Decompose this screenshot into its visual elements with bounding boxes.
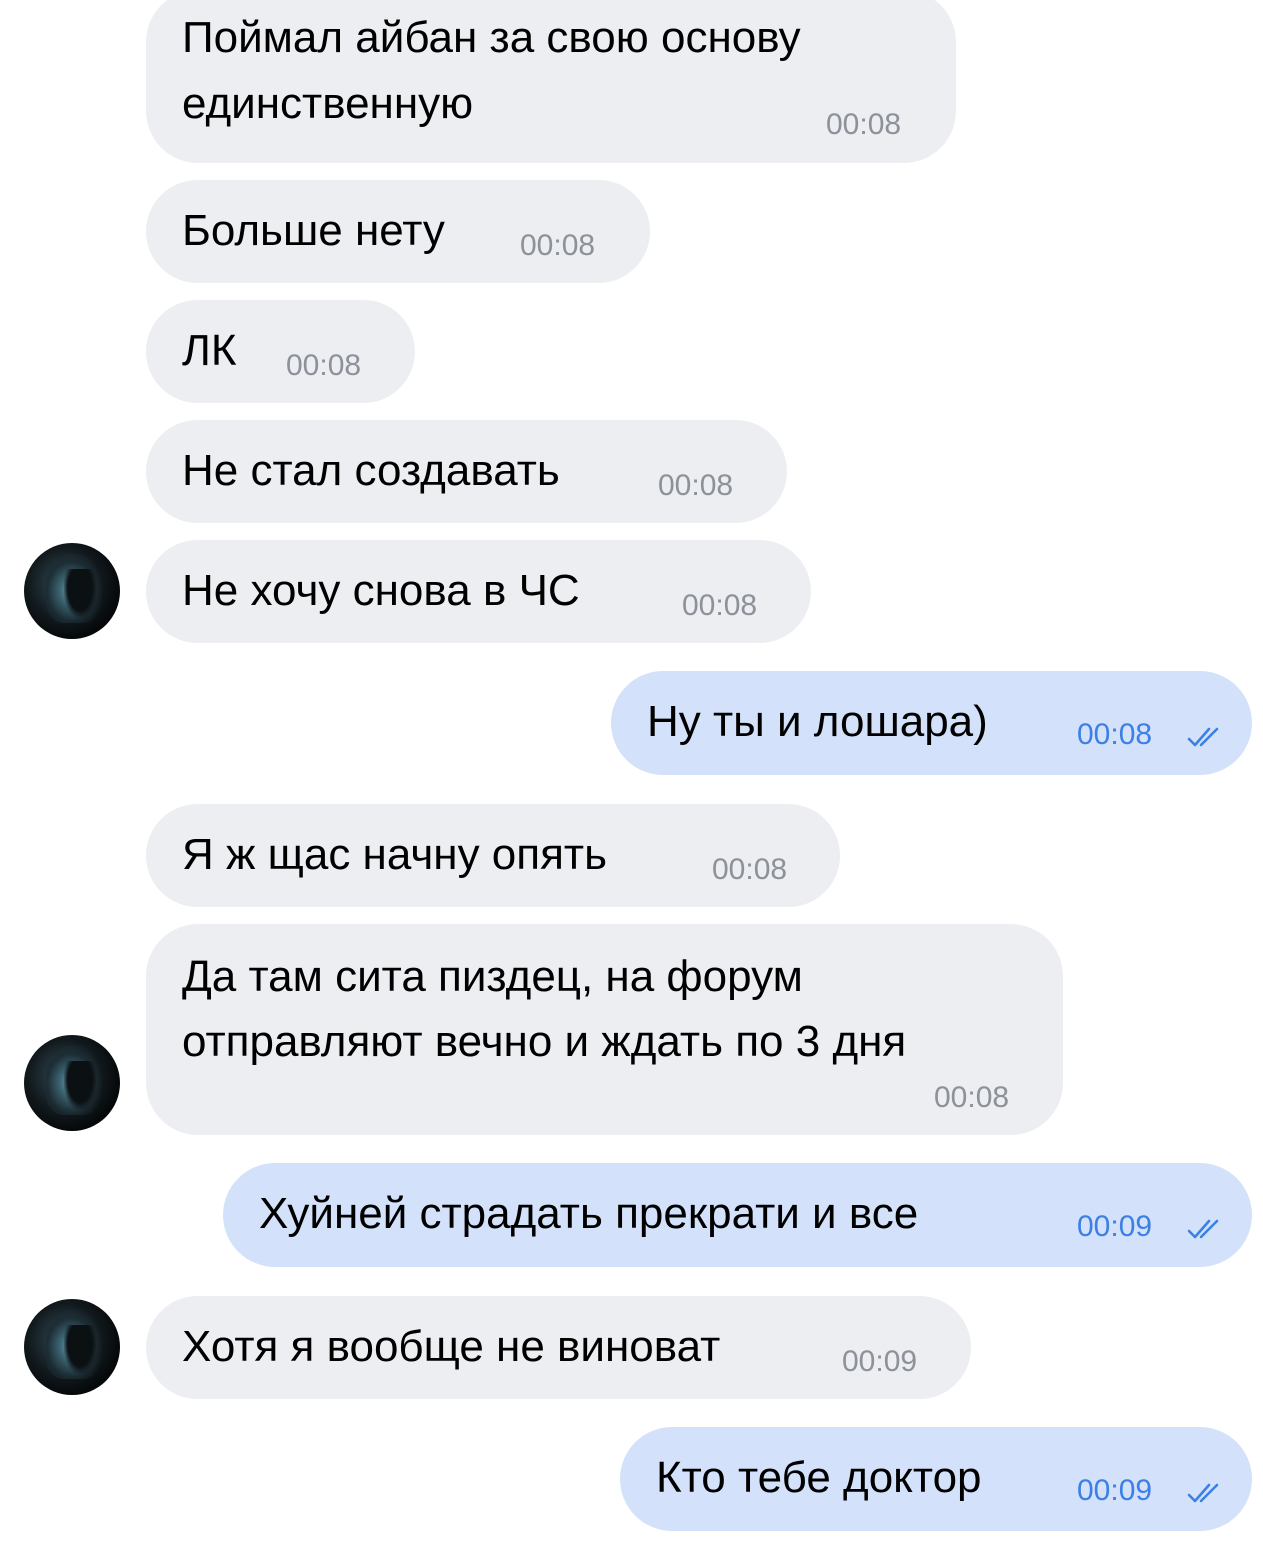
message-time: 00:08 (934, 1081, 1010, 1114)
message-time: 00:08 (658, 469, 734, 502)
message-time: 00:08 (520, 229, 596, 262)
message-bubble-outgoing[interactable]: Кто тебе доктор 00:09 (620, 1427, 1252, 1531)
message-bubble-outgoing[interactable]: Хуйней страдать прекрати и все 00:09 (223, 1163, 1252, 1267)
message-text-line: отправляют вечно и ждать по 3 дня (182, 1017, 907, 1066)
message-time: 00:09 (1077, 1474, 1153, 1507)
avatar-shadow (64, 1325, 96, 1373)
message-text: Кто тебе доктор (656, 1453, 982, 1502)
message-text: Ну ты и лошара) (647, 697, 988, 746)
message-time: 00:09 (1077, 1210, 1153, 1243)
message-bubble[interactable]: Не стал создавать 00:08 (146, 420, 787, 523)
message-bubble[interactable]: Я ж щас начну опять 00:08 (146, 804, 840, 907)
message-text: Я ж щас начну опять (182, 830, 608, 879)
message-bubble[interactable]: Да там сита пиздец, на форум отправляют … (146, 924, 1063, 1135)
message-time: 00:09 (842, 1345, 918, 1378)
message-text-line: Да там сита пиздец, на форум (182, 952, 803, 1001)
message-bubble[interactable]: ЛК 00:08 (146, 300, 415, 403)
read-double-check-icon (1187, 1483, 1219, 1503)
message-text-line: Поймал айбан за свою основу (182, 13, 801, 62)
read-double-check-icon (1187, 1219, 1219, 1239)
message-time: 00:08 (682, 589, 758, 622)
sender-avatar[interactable] (24, 1035, 120, 1131)
message-bubble[interactable]: Поймал айбан за свою основу единственную… (146, 0, 956, 163)
message-bubble[interactable]: Не хочу снова в ЧС 00:08 (146, 540, 811, 643)
read-double-check-icon (1187, 727, 1219, 747)
message-text: Не хочу снова в ЧС (182, 566, 580, 615)
message-text: ЛК (182, 326, 237, 375)
message-bubble-outgoing[interactable]: Ну ты и лошара) 00:08 (611, 671, 1252, 775)
message-text: Хотя я вообще не виноват (182, 1322, 721, 1371)
sender-avatar[interactable] (24, 1299, 120, 1395)
avatar-shadow (64, 569, 96, 617)
message-text-line: единственную (182, 79, 474, 128)
sender-avatar[interactable] (24, 543, 120, 639)
message-time: 00:08 (1077, 718, 1153, 751)
message-text: Не стал создавать (182, 446, 560, 495)
message-bubble[interactable]: Хотя я вообще не виноват 00:09 (146, 1296, 971, 1399)
message-time: 00:08 (712, 853, 788, 886)
message-time: 00:08 (286, 349, 362, 382)
avatar-shadow (64, 1061, 96, 1109)
message-bubble[interactable]: Больше нету 00:08 (146, 180, 650, 283)
message-text: Больше нету (182, 206, 445, 255)
message-text: Хуйней страдать прекрати и все (259, 1189, 919, 1238)
message-time: 00:08 (826, 108, 902, 141)
